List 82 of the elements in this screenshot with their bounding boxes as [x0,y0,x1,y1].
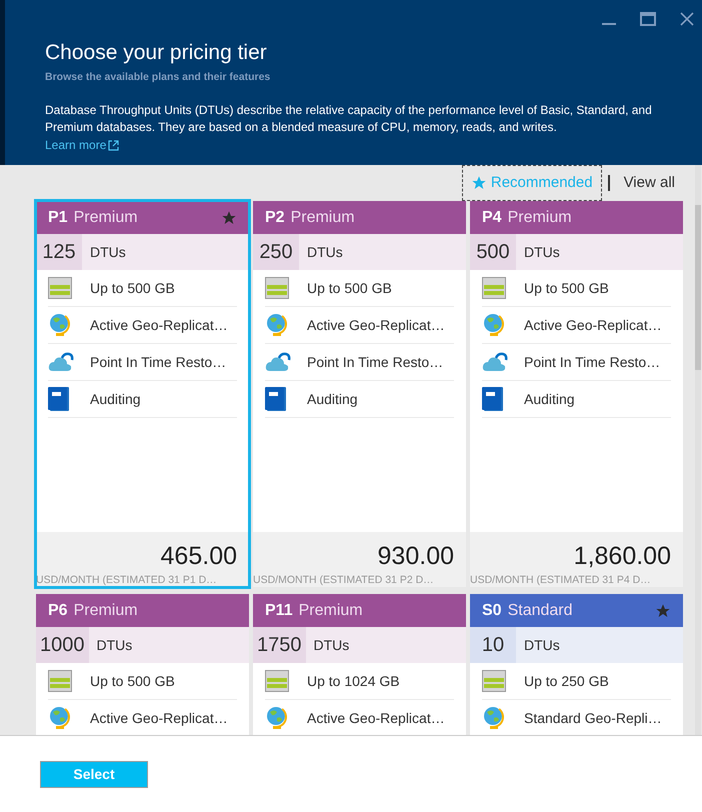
feature-text: Standard Geo-Repli… [524,708,662,728]
pricing-card[interactable]: P1 Premium 125 DTUs Up to 500 GB Active Geo-Replicat… Point In Time Resto… Auditing 465.00 USD/MONTH (ESTIMATED 31 P1 D… [36,201,249,587]
close-icon[interactable] [680,12,694,26]
pricing-card[interactable]: P11 Premium 1750 DTUs Up to 1024 GB Active Geo-Replicat… [253,594,466,735]
tier-name: Premium [74,600,138,620]
globe-icon [265,706,289,730]
window-title: Choose your pricing tier [45,40,268,66]
star-icon [470,175,487,191]
maximize-icon[interactable] [640,12,656,26]
feature-text: Active Geo-Replicat… [307,316,445,335]
dtu-count: 1750 [253,627,306,663]
book-icon [482,387,504,411]
tier-code: P11 [265,600,293,620]
pricing-card[interactable]: P4 Premium 500 DTUs Up to 500 GB Active Geo-Replicat… Point In Time Resto… Auditing 1,860.00 USD/MONTH (ESTIMATED 31 P4 D… [470,201,683,587]
description-text: Database Throughput Units (DTUs) describe the relative capacity of the performance level of Basic, Standard, and Premium databases. They are based on a blended measure of CPU, memory, reads, and writes. [45,102,653,136]
storage-icon [265,277,289,299]
cloud-icon [482,351,508,373]
feature-text: Auditing [90,390,141,409]
feature-text: Active Geo-Replicat… [524,316,662,335]
feature-text: Point In Time Resto… [524,352,660,372]
dtu-count: 1000 [36,627,88,663]
dtu-count: 500 [470,234,516,270]
price-value: 930.00 [378,544,455,568]
storage-icon [48,277,72,299]
globe-icon [482,706,506,730]
dtu-label: DTUs [314,636,350,654]
storage-icon [482,670,506,692]
feature-text: Auditing [524,390,575,409]
feature-text: Up to 500 GB [90,278,175,298]
dtu-label: DTUs [307,242,343,262]
feature-text: Up to 1024 GB [307,672,400,691]
tier-code: P2 [265,208,285,228]
tier-code: P1 [48,208,68,228]
globe-icon [48,313,72,337]
feature-text: Point In Time Resto… [307,352,444,372]
dtu-label: DTUs [90,242,126,262]
tier-name: Premium [290,208,355,228]
globe-icon [482,313,506,337]
tier-name: Standard [508,600,573,620]
feature-text: Active Geo-Replicat… [90,316,228,335]
cloud-icon [265,351,291,373]
feature-text: Up to 250 GB [524,672,609,691]
price-note: USD/MONTH (ESTIMATED 31 P2 D… [253,574,434,585]
price-note: USD/MONTH (ESTIMATED 31 P4 D… [470,574,651,585]
dtu-count: 125 [36,234,82,270]
dtu-label: DTUs [96,636,132,654]
storage-icon [48,670,72,692]
tier-code: S0 [482,600,502,620]
feature-text: Auditing [307,390,358,409]
tier-name: Premium [74,208,138,228]
tier-name: Premium [508,208,572,228]
dtu-count: 10 [470,627,516,663]
filter-tab[interactable]: View all [616,165,683,201]
feature-text: Up to 500 GB [524,278,609,298]
book-icon [265,387,287,411]
globe-icon [265,313,289,337]
tier-code: P6 [48,600,68,620]
price-value: 1,860.00 [574,544,672,568]
price-note: USD/MONTH (ESTIMATED 31 P1 D… [36,574,217,585]
learn-more-link[interactable]: Learn more [45,136,120,154]
feature-text: Active Geo-Replicat… [90,708,228,728]
feature-text: Up to 500 GB [307,278,392,298]
pricing-card[interactable]: S0 Standard 10 DTUs Up to 250 GB Standard Geo-Repli… [470,594,683,735]
cloud-icon [48,351,74,373]
feature-text: Point In Time Resto… [90,352,226,372]
storage-icon [482,277,506,299]
price-value: 465.00 [160,544,238,568]
storage-icon [265,670,289,692]
scrollbar[interactable] [695,165,701,735]
tier-name: Premium [298,600,363,620]
feature-text: Active Geo-Replicat… [307,708,445,728]
globe-icon [48,706,72,730]
external-link-icon [108,140,120,150]
pricing-card[interactable]: P2 Premium 250 DTUs Up to 500 GB Active Geo-Replicat… Point In Time Resto… Auditing 930.00 USD/MONTH (ESTIMATED 31 P2 D… [253,201,466,587]
dtu-label: DTUs [524,242,560,262]
dtu-label: DTUs [524,636,560,654]
feature-text: Up to 500 GB [90,672,175,691]
window-subtitle: Browse the available plans and their features [45,70,272,86]
book-icon [48,387,70,411]
pricing-card[interactable]: P6 Premium 1000 DTUs Up to 500 GB Active Geo-Replicat… [36,594,249,735]
dtu-count: 250 [253,234,299,270]
tier-code: P4 [482,208,502,228]
